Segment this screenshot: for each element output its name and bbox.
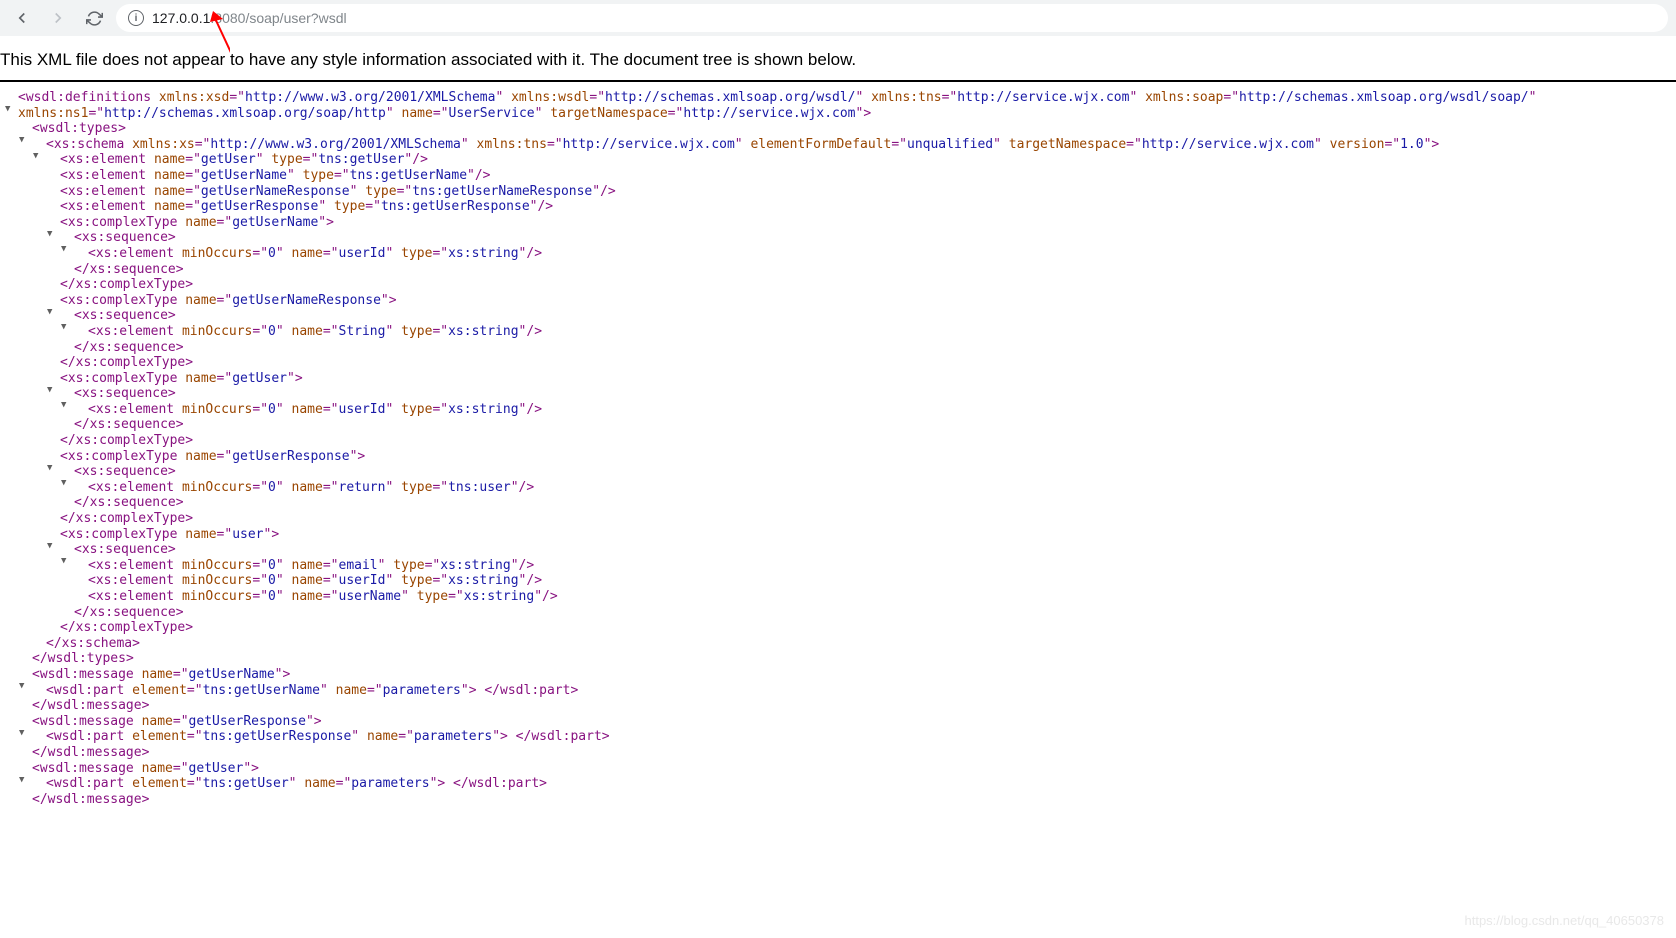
xs-element: <xs:element minOccurs="0" name="String" … [4,324,1676,340]
xs-element: <xs:element minOccurs="0" name="email" t… [4,558,1676,574]
xs-complextype-open[interactable]: <xs:complexType name="user"> [4,527,1676,543]
wsdl-message-close: </wsdl:message> [4,698,1676,714]
xs-complextype-open[interactable]: <xs:complexType name="getUserResponse"> [4,449,1676,465]
xs-sequence-open[interactable]: <xs:sequence> [4,464,1676,480]
wsdl-part: <wsdl:part element="tns:getUserName" nam… [4,683,1676,699]
xs-element: <xs:element minOccurs="0" name="userId" … [4,246,1676,262]
xs-schema-open[interactable]: <xs:schema xmlns:xs="http://www.w3.org/2… [4,137,1676,153]
watermark-text: https://blog.csdn.net/qq_40650378 [1465,913,1665,928]
xs-complextype-close: </xs:complexType> [4,620,1676,636]
wsdl-part: <wsdl:part element="tns:getUser" name="p… [4,776,1676,792]
xs-sequence-open[interactable]: <xs:sequence> [4,230,1676,246]
back-button[interactable] [8,4,36,32]
xs-sequence-close: </xs:sequence> [4,605,1676,621]
xs-sequence-close: </xs:sequence> [4,340,1676,356]
xs-element: <xs:element minOccurs="0" name="userName… [4,589,1676,605]
browser-toolbar: i 127.0.0.1:8080/soap/user?wsdl [0,0,1676,36]
wsdl-types-close: </wsdl:types> [4,651,1676,667]
forward-button[interactable] [44,4,72,32]
xs-element: <xs:element name="getUser" type="tns:get… [4,152,1676,168]
wsdl-definitions-open[interactable]: <wsdl:definitions xmlns:xsd="http://www.… [4,90,1676,106]
xml-no-style-banner: This XML file does not appear to have an… [0,36,1676,82]
xs-schema-close: </xs:schema> [4,636,1676,652]
xs-sequence-close: </xs:sequence> [4,262,1676,278]
xml-tree: <wsdl:definitions xmlns:xsd="http://www.… [0,90,1676,807]
wsdl-part: <wsdl:part element="tns:getUserResponse"… [4,729,1676,745]
xs-element: <xs:element minOccurs="0" name="return" … [4,480,1676,496]
info-icon: i [128,10,144,26]
xs-sequence-close: </xs:sequence> [4,417,1676,433]
xs-sequence-close: </xs:sequence> [4,495,1676,511]
wsdl-message-close: </wsdl:message> [4,745,1676,761]
xs-sequence-open[interactable]: <xs:sequence> [4,308,1676,324]
xs-element: <xs:element name="getUserNameResponse" t… [4,184,1676,200]
address-bar[interactable]: i 127.0.0.1:8080/soap/user?wsdl [116,4,1668,32]
xs-sequence-open[interactable]: <xs:sequence> [4,386,1676,402]
xs-complextype-close: </xs:complexType> [4,277,1676,293]
xs-sequence-open[interactable]: <xs:sequence> [4,542,1676,558]
xs-complextype-close: </xs:complexType> [4,355,1676,371]
xs-element: <xs:element minOccurs="0" name="userId" … [4,573,1676,589]
wsdl-message-open[interactable]: <wsdl:message name="getUser"> [4,761,1676,777]
xs-element: <xs:element name="getUserName" type="tns… [4,168,1676,184]
xs-complextype-open[interactable]: <xs:complexType name="getUser"> [4,371,1676,387]
xs-complextype-close: </xs:complexType> [4,511,1676,527]
url-text: 127.0.0.1:8080/soap/user?wsdl [152,10,347,26]
xs-complextype-open[interactable]: <xs:complexType name="getUserName"> [4,215,1676,231]
wsdl-message-open[interactable]: <wsdl:message name="getUserResponse"> [4,714,1676,730]
wsdl-types-open[interactable]: <wsdl:types> [4,121,1676,137]
xs-complextype-open[interactable]: <xs:complexType name="getUserNameRespons… [4,293,1676,309]
reload-button[interactable] [80,4,108,32]
wsdl-message-close: </wsdl:message> [4,792,1676,808]
wsdl-message-open[interactable]: <wsdl:message name="getUserName"> [4,667,1676,683]
xs-element: <xs:element name="getUserResponse" type=… [4,199,1676,215]
xs-element: <xs:element minOccurs="0" name="userId" … [4,402,1676,418]
xs-complextype-close: </xs:complexType> [4,433,1676,449]
wsdl-definitions-open-cont: xmlns:ns1="http://schemas.xmlsoap.org/so… [4,106,1676,122]
